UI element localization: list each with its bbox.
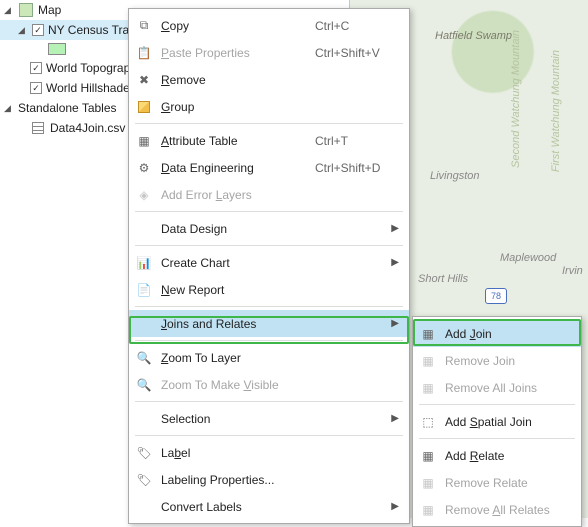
submenu-add-relate[interactable]: ▦ Add Relate: [413, 442, 581, 469]
table-label: Data4Join.csv: [50, 121, 125, 135]
group-icon: [135, 98, 153, 116]
remove-relate-icon: ▦: [419, 501, 437, 519]
menu-create-chart[interactable]: 📊 Create Chart▶: [129, 249, 409, 276]
joins-relates-submenu: ▦ Add Join ▦ Remove Join ▦ Remove All Jo…: [412, 316, 582, 527]
spatial-join-icon: ⬚: [419, 413, 437, 431]
chart-icon: 📊: [135, 254, 153, 272]
menu-new-report[interactable]: 📄 New Report: [129, 276, 409, 303]
menu-convert-labels[interactable]: Convert Labels▶: [129, 493, 409, 520]
add-join-icon: ▦: [419, 325, 437, 343]
menu-attribute-table[interactable]: ▦ Attribute Table Ctrl+T: [129, 127, 409, 154]
menu-joins-and-relates[interactable]: Joins and Relates▶: [129, 310, 409, 337]
zoom-icon: 🔍: [135, 376, 153, 394]
table-icon: [32, 122, 44, 134]
checkbox-icon[interactable]: ✓: [30, 82, 42, 94]
submenu-remove-all-joins: ▦ Remove All Joins: [413, 374, 581, 401]
map-label-livingston: Livingston: [430, 170, 480, 182]
menu-labeling-properties[interactable]: 🏷 Labeling Properties...: [129, 466, 409, 493]
chevron-right-icon: ▶: [391, 257, 399, 268]
checkbox-icon[interactable]: ✓: [32, 24, 44, 36]
menu-zoom-to-layer[interactable]: 🔍 Zoom To Layer: [129, 344, 409, 371]
map-label-shorthills: Short Hills: [418, 273, 468, 285]
remove-join-icon: ▦: [419, 352, 437, 370]
submenu-remove-relate: ▦ Remove Relate: [413, 469, 581, 496]
menu-zoom-to-visible: 🔍 Zoom To Make Visible: [129, 371, 409, 398]
checkbox-icon[interactable]: ✓: [30, 62, 42, 74]
engineering-icon: ⚙: [135, 159, 153, 177]
layer-swatch: [48, 43, 66, 55]
map-label-second: Second Watchung Mountain: [510, 30, 522, 168]
map-icon: [19, 3, 33, 17]
chevron-right-icon: ▶: [391, 501, 399, 512]
standalone-label: Standalone Tables: [18, 101, 117, 115]
menu-selection[interactable]: Selection▶: [129, 405, 409, 432]
menu-add-error-layers: ◈ Add Error Layers: [129, 181, 409, 208]
submenu-remove-all-relates: ▦ Remove All Relates: [413, 496, 581, 523]
menu-data-design[interactable]: Data Design▶: [129, 215, 409, 242]
layer-context-menu: ⧉ Copy Ctrl+C 📋 Paste Properties Ctrl+Sh…: [128, 8, 410, 524]
route-shield-icon: 78: [485, 288, 507, 304]
zoom-icon: 🔍: [135, 349, 153, 367]
layer-label: World Hillshade: [46, 81, 130, 95]
chevron-right-icon: ▶: [391, 318, 399, 329]
remove-join-icon: ▦: [419, 379, 437, 397]
chevron-right-icon: ▶: [391, 413, 399, 424]
map-label-first: First Watchung Mountain: [550, 50, 562, 172]
map-label-hatfield: Hatfield Swamp: [435, 30, 512, 42]
submenu-remove-join: ▦ Remove Join: [413, 347, 581, 374]
remove-relate-icon: ▦: [419, 474, 437, 492]
chevron-right-icon: ▶: [391, 223, 399, 234]
toc-map-label: Map: [38, 3, 61, 17]
menu-remove[interactable]: ✖ Remove: [129, 66, 409, 93]
menu-paste-properties: 📋 Paste Properties Ctrl+Shift+V: [129, 39, 409, 66]
add-relate-icon: ▦: [419, 447, 437, 465]
map-label-maplewood: Maplewood: [500, 252, 556, 264]
paste-icon: 📋: [135, 44, 153, 62]
menu-label[interactable]: 🏷 Label: [129, 439, 409, 466]
table-icon: ▦: [135, 132, 153, 150]
label-icon: 🏷: [135, 444, 153, 462]
menu-group[interactable]: Group: [129, 93, 409, 120]
submenu-add-spatial-join[interactable]: ⬚ Add Spatial Join: [413, 408, 581, 435]
report-icon: 📄: [135, 281, 153, 299]
menu-data-engineering[interactable]: ⚙ Data Engineering Ctrl+Shift+D: [129, 154, 409, 181]
submenu-add-join[interactable]: ▦ Add Join: [413, 320, 581, 347]
map-label-irving: Irvin: [562, 265, 583, 277]
copy-icon: ⧉: [135, 17, 153, 35]
label-icon: 🏷: [135, 471, 153, 489]
menu-copy[interactable]: ⧉ Copy Ctrl+C: [129, 12, 409, 39]
error-layers-icon: ◈: [135, 186, 153, 204]
remove-icon: ✖: [135, 71, 153, 89]
